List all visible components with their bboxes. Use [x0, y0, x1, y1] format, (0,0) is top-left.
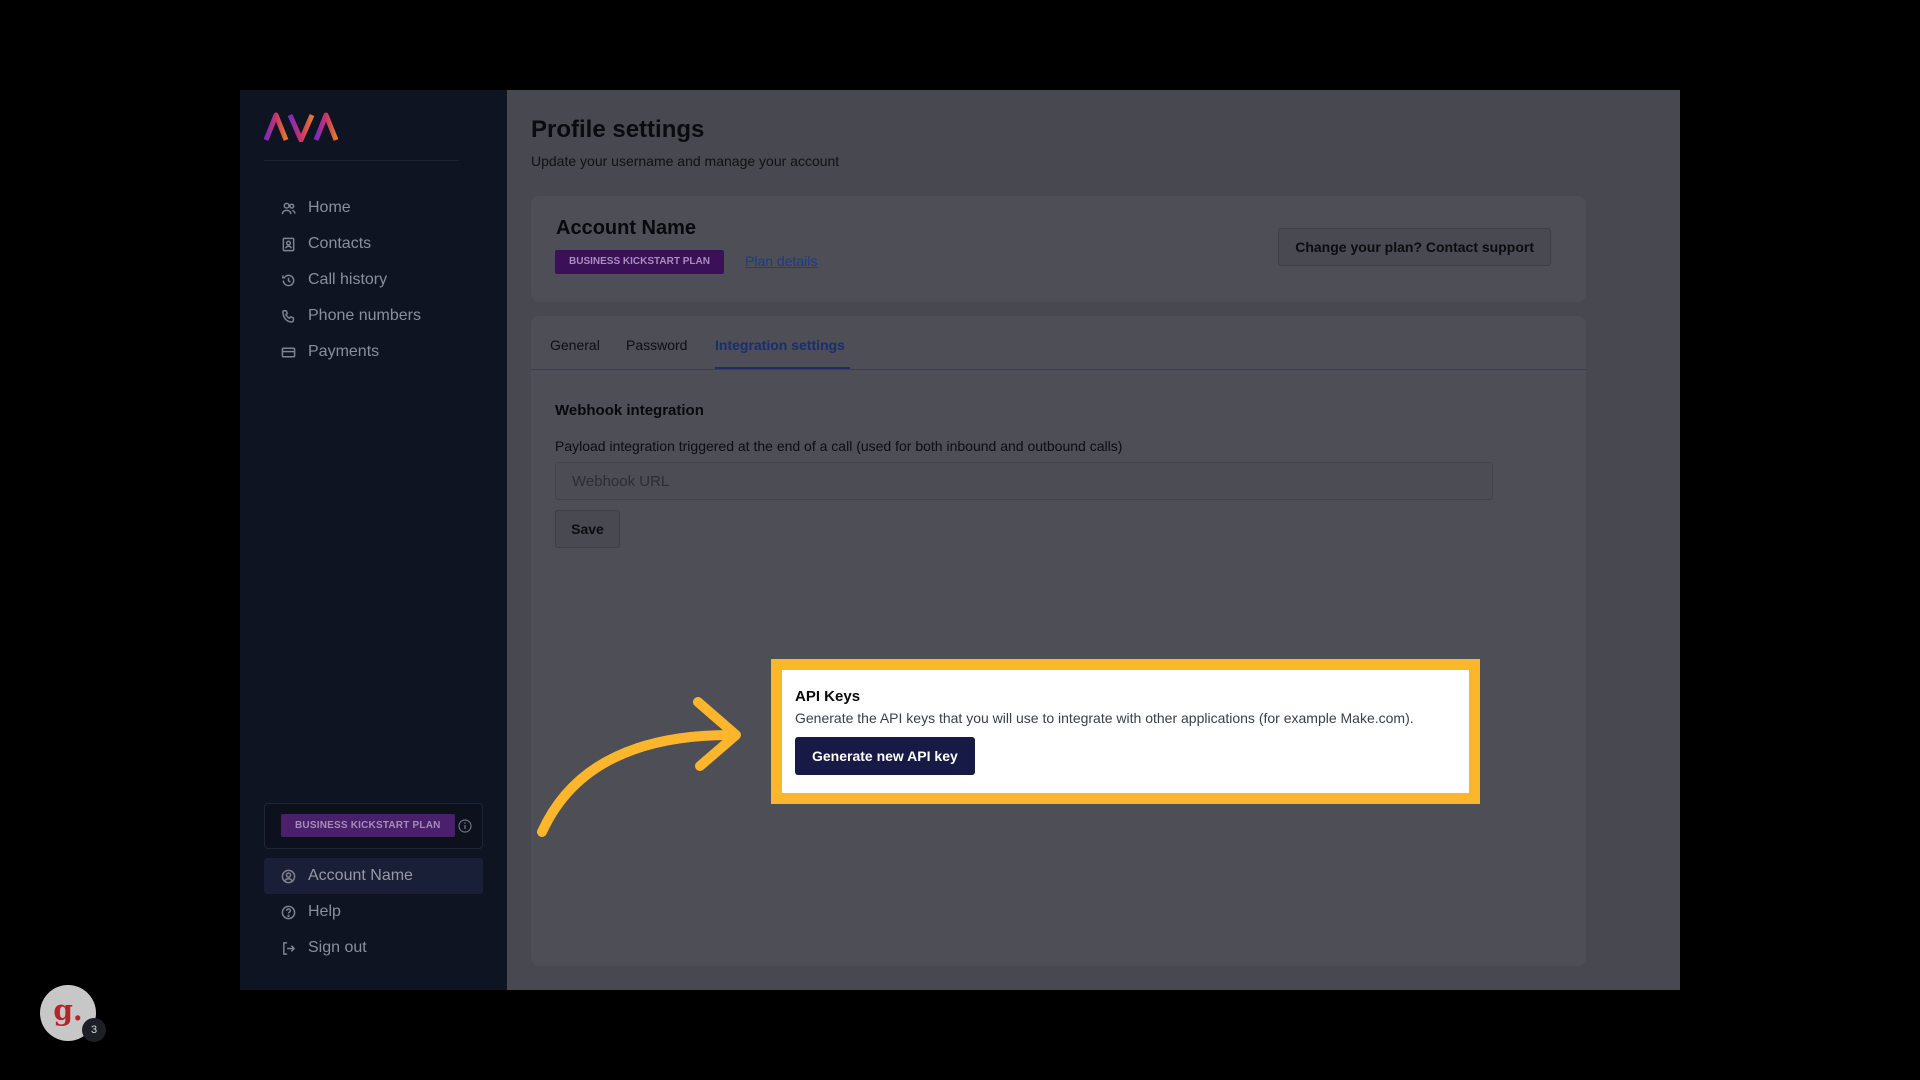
tab-general[interactable]: General [550, 337, 600, 353]
settings-card: General Password Integration settings We… [531, 316, 1586, 966]
users-icon [280, 200, 296, 216]
main-content: Profile settings Update your username an… [507, 90, 1680, 990]
active-tab-indicator [715, 367, 850, 369]
tab-password[interactable]: Password [626, 337, 687, 353]
sidebar-bottom-nav: Account Name Help Sign out [264, 858, 483, 966]
webhook-url-input[interactable] [555, 462, 1493, 500]
phone-icon [280, 308, 296, 324]
sidebar-item-payments[interactable]: Payments [264, 334, 484, 370]
plan-details-link[interactable]: Plan details [745, 253, 817, 269]
ava-logo [264, 112, 338, 142]
sidebar-item-label: Payments [308, 343, 380, 360]
sidebar-item-call-history[interactable]: Call history [264, 262, 484, 298]
page-title: Profile settings [531, 116, 705, 143]
account-card: Account Name BUSINESS KICKSTART PLAN Pla… [531, 196, 1586, 302]
settings-tabs: General Password Integration settings [531, 316, 1586, 370]
sign-out-icon [280, 940, 296, 956]
tab-integration-settings[interactable]: Integration settings [715, 337, 845, 353]
help-icon [280, 904, 296, 920]
account-name: Account Name [556, 217, 697, 239]
contact-support-button[interactable]: Change your plan? Contact support [1278, 228, 1551, 266]
guide-logo-letter: g. [53, 993, 83, 1027]
sidebar-item-home[interactable]: Home [264, 190, 484, 226]
sidebar-item-contacts[interactable]: Contacts [264, 226, 484, 262]
sidebar-item-label: Help [308, 903, 341, 920]
step-count-badge: 3 [82, 1018, 106, 1042]
sidebar-item-account[interactable]: Account Name [264, 858, 483, 894]
sidebar-nav: Home Contacts Call history Phone numbers… [264, 190, 484, 370]
sidebar-item-label: Phone numbers [308, 307, 421, 324]
info-icon[interactable] [458, 819, 472, 833]
sidebar-item-label: Contacts [308, 235, 372, 252]
generate-api-key-button[interactable]: Generate new API key [795, 737, 975, 775]
sidebar-item-sign-out[interactable]: Sign out [264, 930, 483, 966]
sidebar-plan-box: BUSINESS KICKSTART PLAN [264, 803, 483, 849]
api-keys-title: API Keys [795, 688, 861, 705]
account-plan-badge: BUSINESS KICKSTART PLAN [555, 250, 724, 274]
plan-badge: BUSINESS KICKSTART PLAN [281, 814, 455, 837]
sidebar-item-label: Account Name [308, 867, 413, 884]
webhook-description: Payload integration triggered at the end… [555, 438, 1123, 454]
sidebar-item-label: Call history [308, 271, 388, 288]
page-subtitle: Update your username and manage your acc… [531, 153, 840, 169]
logo-divider [264, 160, 459, 161]
card-icon [280, 344, 296, 360]
webhook-title: Webhook integration [555, 402, 704, 419]
pointer-arrow-icon [537, 697, 741, 837]
api-keys-section: API Keys Generate the API keys that you … [771, 659, 1480, 804]
user-circle-icon [280, 868, 296, 884]
save-button[interactable]: Save [555, 510, 620, 548]
history-icon [280, 272, 296, 288]
api-keys-description: Generate the API keys that you will use … [795, 710, 1414, 726]
sidebar-item-label: Home [308, 199, 351, 216]
sidebar-item-phone-numbers[interactable]: Phone numbers [264, 298, 484, 334]
contacts-icon [280, 236, 296, 252]
sidebar-item-help[interactable]: Help [264, 894, 483, 930]
sidebar-item-label: Sign out [308, 939, 367, 956]
app-window: Home Contacts Call history Phone numbers… [240, 90, 1680, 990]
sidebar: Home Contacts Call history Phone numbers… [240, 90, 507, 990]
